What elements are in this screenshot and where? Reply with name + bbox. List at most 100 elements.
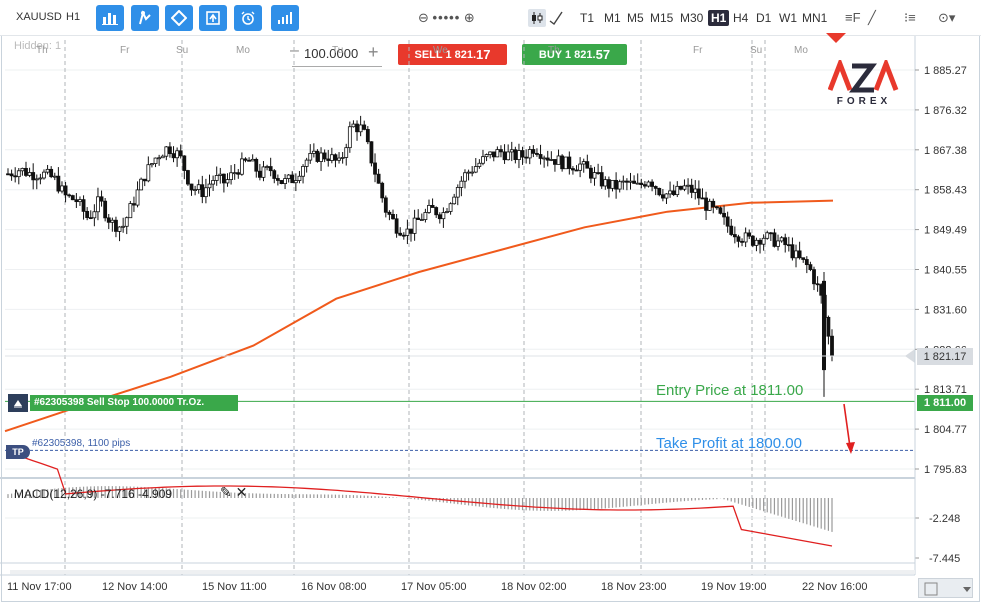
time-tick-label: 16 Nov 08:00 — [301, 581, 366, 593]
position-icon[interactable] — [8, 394, 28, 412]
candle-up — [20, 167, 25, 172]
candle-down — [714, 206, 719, 209]
candle-down — [383, 197, 388, 213]
candle-down — [653, 186, 658, 189]
candle-up — [218, 173, 223, 176]
candle-up — [121, 225, 126, 228]
candle-up — [96, 196, 100, 213]
candle-down — [830, 335, 834, 357]
arrow-head — [846, 442, 855, 454]
candle-down — [106, 217, 111, 223]
candle-up — [207, 183, 212, 189]
candle-down — [642, 184, 647, 187]
candle-up — [311, 150, 316, 154]
candle-down — [718, 207, 723, 214]
candles — [6, 115, 834, 397]
candle-down — [725, 216, 730, 227]
candle-down — [812, 269, 816, 285]
candle-down — [732, 234, 737, 238]
candle-up — [470, 171, 475, 174]
day-label: Su — [750, 45, 762, 56]
candle-down — [236, 172, 241, 175]
candle-down — [826, 316, 831, 337]
candle-down — [70, 195, 75, 201]
time-tick-label: 12 Nov 14:00 — [102, 581, 167, 593]
candle-down — [189, 183, 194, 191]
candle-up — [265, 166, 269, 168]
candle-up — [351, 123, 356, 128]
candle-down — [689, 184, 694, 193]
candle-up — [139, 178, 144, 191]
macd-tick-label: -7.445 — [929, 553, 960, 565]
candle-down — [178, 150, 183, 157]
candle-up — [128, 203, 133, 219]
candle-up — [16, 170, 21, 178]
time-tick-label: 22 Nov 16:00 — [802, 581, 867, 593]
candle-down — [790, 244, 795, 259]
candle-up — [204, 187, 208, 198]
candle-down — [524, 156, 529, 159]
candle-down — [114, 219, 118, 232]
candle-down — [63, 185, 68, 196]
candle-down — [168, 146, 172, 154]
candle-down — [696, 188, 701, 199]
position-label[interactable]: #62305398 Sell Stop 100.0000 Tr.Oz. — [30, 395, 238, 411]
candle-up — [517, 150, 521, 160]
candle-down — [369, 141, 374, 164]
candle-down — [132, 203, 136, 206]
day-label: Mo — [236, 45, 250, 56]
macd-edit-tools[interactable]: ✎ ✕ — [220, 484, 247, 501]
horizontal-scrollbar — [10, 570, 915, 574]
candle-down — [736, 236, 741, 242]
candle-down — [103, 200, 108, 219]
candle-down — [531, 149, 536, 154]
candle-up — [229, 172, 233, 181]
time-tick-label: 18 Nov 23:00 — [601, 581, 666, 593]
candle-down — [596, 172, 601, 174]
candle-up — [581, 161, 586, 165]
candle-down — [657, 187, 662, 196]
candle-down — [275, 178, 280, 181]
take-profit-icon[interactable]: TP — [6, 445, 30, 459]
candle-up — [27, 172, 32, 176]
price-tick-label: 1 885.27 — [924, 65, 967, 77]
scale-corner-button[interactable] — [918, 578, 973, 598]
candle-down — [678, 185, 683, 190]
time-tick-label: 15 Nov 11:00 — [202, 581, 267, 593]
day-label: Fr — [693, 45, 703, 56]
current-price-pointer — [905, 348, 915, 363]
candle-up — [117, 226, 122, 232]
candle-up — [153, 157, 158, 165]
candle-up — [157, 157, 162, 160]
day-label: Tu — [332, 45, 343, 56]
candle-down — [322, 152, 327, 160]
candle-up — [146, 164, 151, 182]
candle-down — [373, 162, 377, 175]
candle-down — [398, 232, 403, 236]
candle-down — [268, 166, 273, 172]
price-tick-label: 1 876.32 — [924, 105, 967, 117]
candle-down — [599, 172, 604, 187]
candle-down — [808, 264, 813, 271]
candle-up — [495, 149, 500, 158]
day-label: Fr — [120, 45, 130, 56]
candle-down — [711, 200, 716, 208]
candle-up — [42, 171, 46, 179]
candle-up — [542, 157, 547, 160]
candle-down — [571, 168, 575, 171]
candle-down — [257, 170, 262, 178]
candle-up — [344, 147, 349, 158]
candle-down — [200, 184, 205, 198]
candle-up — [405, 228, 410, 236]
candle-down — [430, 205, 435, 208]
candle-down — [768, 232, 773, 235]
candle-up — [794, 250, 798, 259]
candle-up — [347, 126, 352, 149]
candle-up — [668, 190, 672, 195]
candle-up — [301, 165, 305, 177]
candle-down — [85, 210, 90, 218]
candle-down — [401, 234, 406, 237]
candle-down — [142, 178, 147, 182]
time-tick-label: 19 Nov 19:00 — [701, 581, 766, 593]
candle-down — [758, 239, 762, 245]
